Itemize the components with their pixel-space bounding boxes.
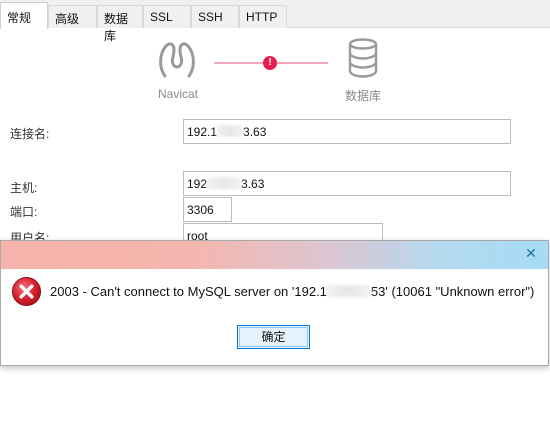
error-message-end: 53' (10061 "Unknown error") [370,284,535,299]
ok-button[interactable]: 确定 [237,325,310,349]
tab-advanced[interactable]: 高级 [48,5,97,28]
navicat-label: Navicat [158,87,199,101]
host-value-start: 192 [187,177,208,191]
host-label: 主机: [10,181,38,195]
tab-general[interactable]: 常规 [0,2,48,29]
port-label: 端口: [10,205,38,219]
database-icon [348,38,378,78]
close-icon[interactable]: ✕ [524,246,538,260]
tab-databases[interactable]: 数据库 [97,5,143,43]
error-x-icon [11,276,42,307]
redaction-blur [207,177,242,189]
connection-diagram: Navicat ! 数据库 [0,28,550,108]
navicat-logo-icon [159,42,195,78]
redaction-blur [217,125,244,137]
error-message: 2003 - Can't connect to MySQL server on … [50,284,534,299]
connection-name-label: 连接名: [10,127,50,141]
error-exclamation-icon: ! [263,56,277,70]
dialog-title-bar: ✕ [1,241,548,269]
redaction-blur [326,285,371,297]
host-value-end: 3.63 [241,177,265,191]
connection-name-value-end: 3.63 [243,125,267,139]
tab-ssl[interactable]: SSL [143,5,191,28]
database-label: 数据库 [345,89,382,103]
host-input[interactable]: 192 3.63 [183,171,511,196]
tab-bar: 常规 高级 数据库 SSL SSH HTTP [0,0,550,43]
connection-name-value-start: 192.1 [187,125,218,139]
port-input[interactable]: 3306 [183,197,232,222]
connection-name-input[interactable]: 192.1 3.63 [183,119,511,144]
error-message-start: 2003 - Can't connect to MySQL server on … [50,284,327,299]
tab-ssh[interactable]: SSH [191,5,239,28]
error-dialog: ✕ 2003 - Can't connect to MySQL server o… [0,240,549,366]
tab-http[interactable]: HTTP [239,5,287,28]
